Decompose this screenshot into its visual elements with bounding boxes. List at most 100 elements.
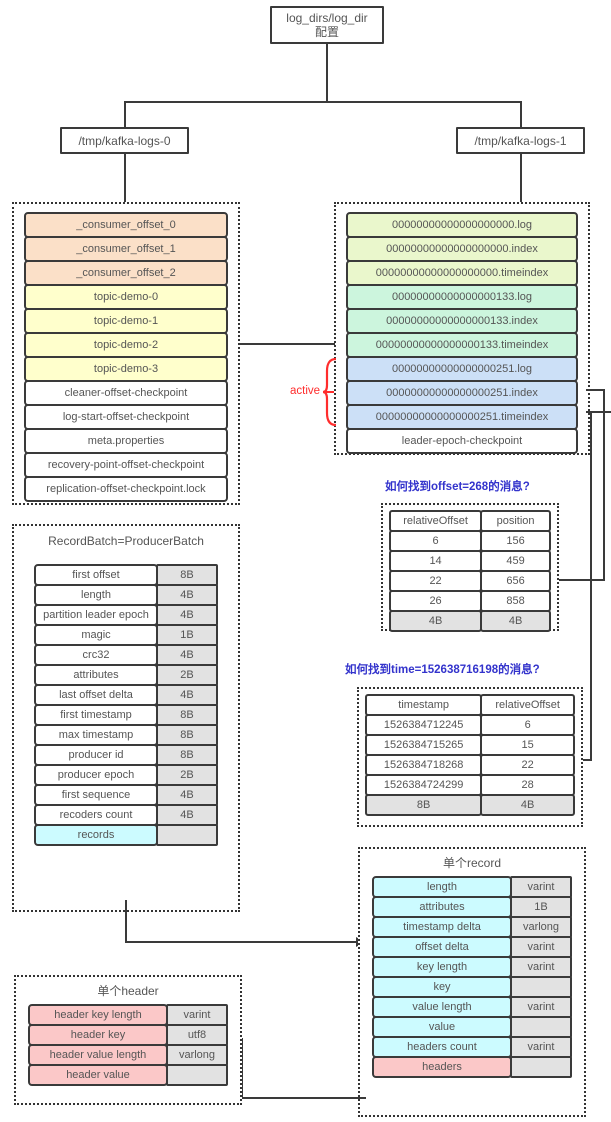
- single-record-field-size: varint: [510, 996, 572, 1018]
- connector-root-down: [326, 44, 328, 102]
- time-index-footer-cell: 8B: [365, 794, 483, 816]
- file-row: _consumer_offset_0: [24, 212, 228, 238]
- partition-file-row-label: 00000000000000000000.log: [391, 219, 533, 231]
- record-batch-field: length 4B: [34, 584, 218, 606]
- offset-index-cell: 459: [480, 550, 551, 572]
- time-index-row: 1526384724299 28: [365, 774, 575, 796]
- single-record-field: length varint: [372, 876, 572, 898]
- single-header-field-label: header value: [28, 1064, 168, 1086]
- offset-index-question: 如何找到offset=268的消息?: [385, 481, 530, 493]
- record-batch-field-label: partition leader epoch: [34, 604, 158, 626]
- single-record-field-label: offset delta: [372, 936, 512, 958]
- offset-index-cell: 656: [480, 570, 551, 592]
- single-record-field: key: [372, 976, 572, 998]
- record-batch-field-label: producer id: [34, 744, 158, 766]
- offset-index-footer-row: 4B 4B: [389, 610, 551, 632]
- partition-file-list: 00000000000000000000.log 0000000000000000…: [346, 212, 578, 454]
- root-node-line1: log_dirs/log_dir: [286, 11, 368, 25]
- time-index-group: timestamp relativeOffset 1526384712245 6 152…: [357, 687, 583, 827]
- single-record-table: length varint attributes 1B timestamp delta v…: [372, 876, 572, 1078]
- record-batch-field-label: length: [34, 584, 158, 606]
- connector-headers-left: [241, 1097, 366, 1099]
- active-label-line: [324, 391, 334, 393]
- record-batch-field-label: magic: [34, 624, 158, 646]
- partition-file-row: 00000000000000000000.timeindex: [346, 260, 578, 286]
- record-batch-field-size: 1B: [156, 624, 218, 646]
- offset-index-row: 14 459: [389, 550, 551, 572]
- time-index-row: 1526384718268 22: [365, 754, 575, 776]
- single-record-field-label: length: [372, 876, 512, 898]
- record-batch-field-size: 8B: [156, 744, 218, 766]
- single-header-field-label: header value length: [28, 1044, 168, 1066]
- single-record-field-size: varint: [510, 876, 572, 898]
- record-batch-field-size: [156, 824, 218, 846]
- file-row-label: _consumer_offset_0: [76, 219, 176, 231]
- record-batch-field: first timestamp 8B: [34, 704, 218, 726]
- file-row: topic-demo-2: [24, 332, 228, 358]
- file-row-label: cleaner-offset-checkpoint: [64, 387, 188, 399]
- partition-file-row: 00000000000000000133.timeindex: [346, 332, 578, 358]
- partition-file-row-label: 00000000000000000251.log: [391, 363, 533, 375]
- record-batch-group: RecordBatch=ProducerBatch first offset 8B…: [12, 524, 240, 912]
- single-record-field-size: varlong: [510, 916, 572, 938]
- single-record-field-label: key: [372, 976, 512, 998]
- file-row-label: _consumer_offset_1: [76, 243, 176, 255]
- file-row-label: log-start-offset-checkpoint: [62, 411, 190, 423]
- record-batch-field-label: producer epoch: [34, 764, 158, 786]
- single-record-field-size: [510, 976, 572, 998]
- record-batch-field-size: 8B: [156, 704, 218, 726]
- partition-file-group: 00000000000000000000.log 0000000000000000…: [334, 202, 590, 455]
- time-index-footer-cell: 4B: [480, 794, 575, 816]
- record-batch-field: recoders count 4B: [34, 804, 218, 826]
- time-index-cell: 1526384712245: [365, 714, 483, 736]
- connector-timeindex-down: [590, 411, 592, 760]
- partition-file-row-label: 00000000000000000133.timeindex: [375, 339, 549, 351]
- partition-file-row-label: leader-epoch-checkpoint: [401, 435, 523, 447]
- left-dir-file-group: _consumer_offset_0 _consumer_offset_1 _con…: [12, 202, 240, 505]
- time-index-question: 如何找到time=152638716198的消息?: [345, 664, 540, 676]
- root-node: log_dirs/log_dir 配置: [270, 6, 384, 44]
- connector-bus: [124, 101, 522, 103]
- connector-index-down: [603, 389, 605, 580]
- partition-file-row: 00000000000000000133.index: [346, 308, 578, 334]
- record-batch-field-label: first sequence: [34, 784, 158, 806]
- partition-file-row: leader-epoch-checkpoint: [346, 428, 578, 454]
- single-record-field-size: varint: [510, 956, 572, 978]
- connector-records-down: [125, 900, 127, 943]
- record-batch-field-size: 4B: [156, 784, 218, 806]
- time-index-row: 1526384712245 6: [365, 714, 575, 736]
- single-record-field-label: attributes: [372, 896, 512, 918]
- offset-index-table: relativeOffset position 6 156 14 459 22 656 26 85…: [389, 510, 551, 632]
- single-header-field-label: header key length: [28, 1004, 168, 1026]
- dir-node-right: /tmp/kafka-logs-1: [456, 127, 585, 154]
- record-batch-title: RecordBatch=ProducerBatch: [48, 534, 204, 548]
- file-row: topic-demo-3: [24, 356, 228, 382]
- connector-right-dir-down: [520, 154, 522, 202]
- partition-file-row: 00000000000000000251.timeindex: [346, 404, 578, 430]
- connector-index-in: [559, 579, 605, 581]
- file-row-label: topic-demo-2: [93, 339, 159, 351]
- record-batch-field-label: first timestamp: [34, 704, 158, 726]
- single-record-field-label: headers count: [372, 1036, 512, 1058]
- root-node-line2: 配置: [314, 25, 339, 39]
- record-batch-field-label: last offset delta: [34, 684, 158, 706]
- single-record-field: timestamp delta varlong: [372, 916, 572, 938]
- connector-left-dir-down: [124, 154, 126, 202]
- file-row-label: topic-demo-0: [93, 291, 159, 303]
- single-record-field: value: [372, 1016, 572, 1038]
- file-row: topic-demo-0: [24, 284, 228, 310]
- single-header-field-label: header key: [28, 1024, 168, 1046]
- single-header-field: header value length varlong: [28, 1044, 228, 1066]
- offset-index-cell: 22: [389, 570, 483, 592]
- record-batch-field-label: crc32: [34, 644, 158, 666]
- active-label: active: [290, 385, 321, 397]
- record-batch-field: attributes 2B: [34, 664, 218, 686]
- file-row-label: _consumer_offset_2: [76, 267, 176, 279]
- record-batch-field-size: 4B: [156, 644, 218, 666]
- record-batch-field-label: records: [34, 824, 158, 846]
- single-record-field-size: [510, 1056, 572, 1078]
- single-header-field-size: utf8: [166, 1024, 228, 1046]
- record-batch-field: producer epoch 2B: [34, 764, 218, 786]
- connector-timeindex-in: [583, 759, 592, 761]
- file-row: meta.properties: [24, 428, 228, 454]
